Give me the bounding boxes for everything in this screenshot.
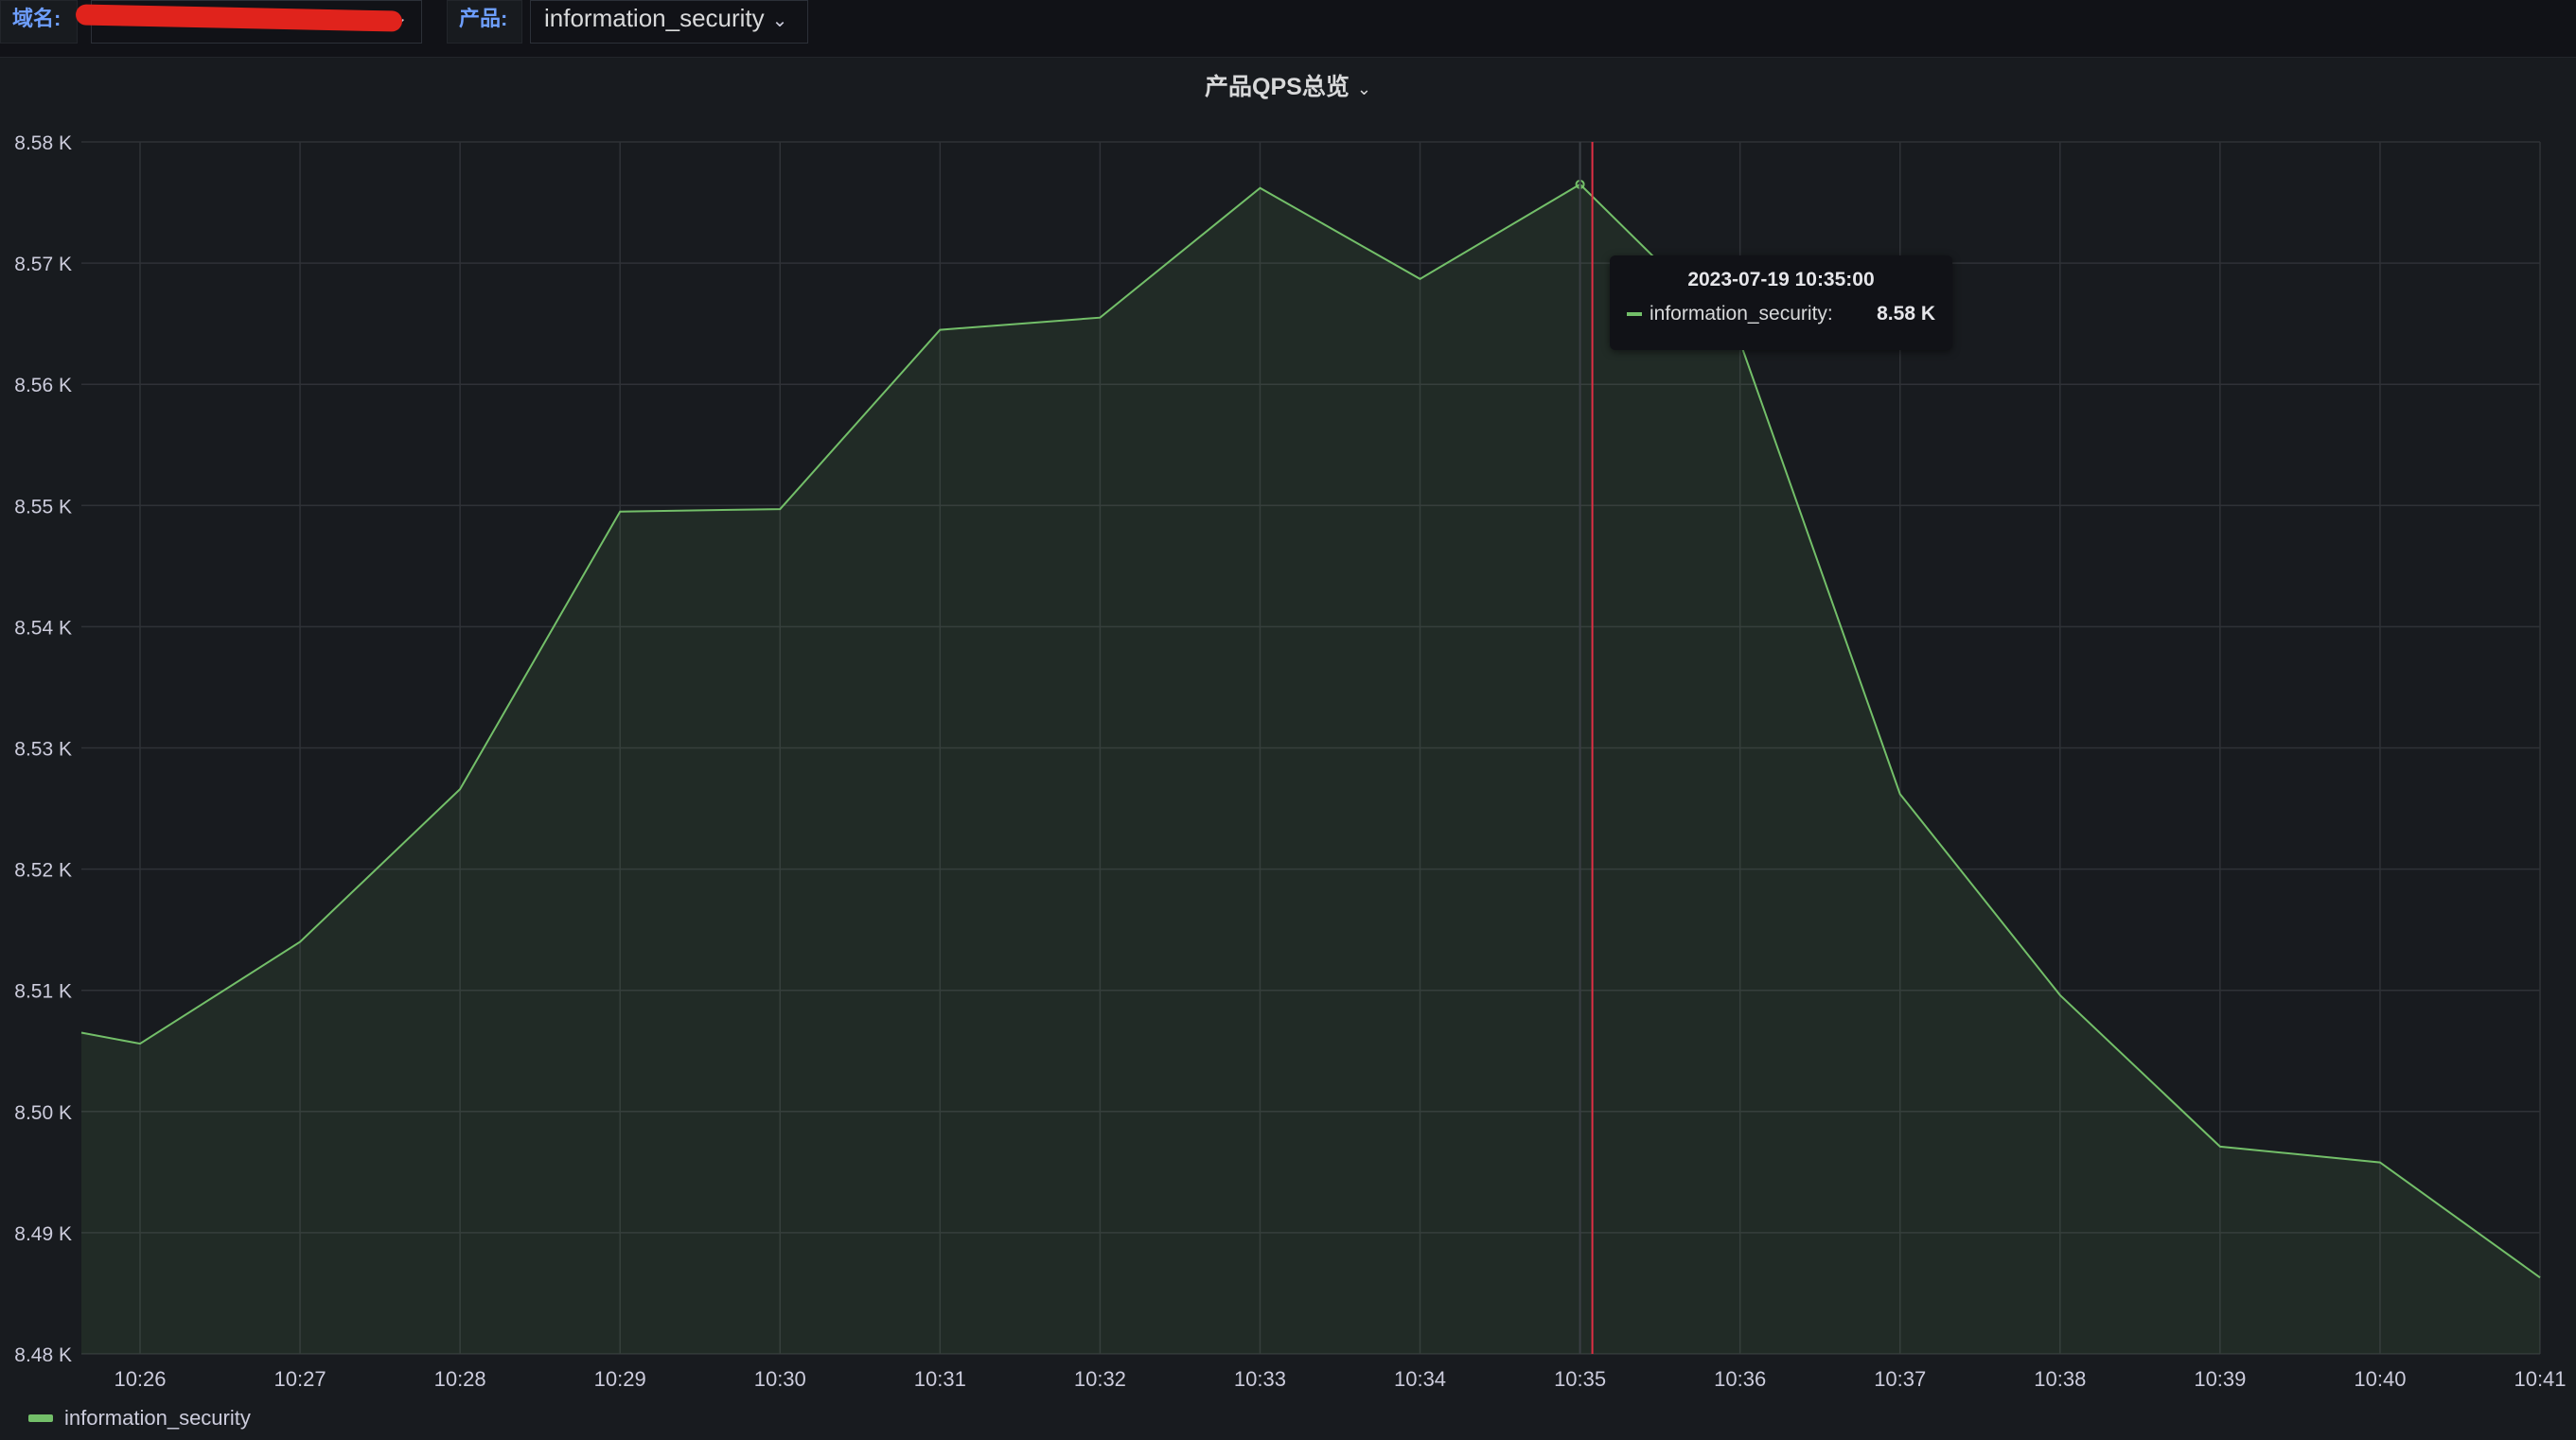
x-tick-label: 10:26	[114, 1367, 166, 1391]
x-axis-ticks: 10:26 10:27 10:28 10:29 10:30 10:31 10:32 10:33…	[114, 1367, 2566, 1391]
y-tick-label: 8.56 K	[14, 375, 72, 396]
x-tick-label: 10:39	[2194, 1367, 2246, 1391]
y-tick-label: 8.51 K	[14, 981, 72, 1003]
y-tick-label: 8.52 K	[14, 860, 72, 882]
tooltip-time: 2023-07-19 10:35:00	[1687, 269, 1875, 290]
x-tick-label: 10:33	[1234, 1367, 1286, 1391]
x-tick-label: 10:32	[1074, 1367, 1126, 1391]
x-tick-label: 10:31	[914, 1367, 966, 1391]
y-axis-ticks: 8.48 K 8.49 K 8.50 K 8.51 K 8.52 K 8.53 K 8.54…	[14, 132, 72, 1366]
series-area	[80, 179, 2541, 1354]
y-tick-label: 8.57 K	[14, 254, 72, 275]
tooltip-series-swatch	[1627, 312, 1642, 316]
x-tick-label: 10:34	[1394, 1367, 1446, 1391]
legend-label: information_security	[64, 1406, 251, 1430]
legend-swatch	[28, 1414, 53, 1422]
x-tick-label: 10:37	[1874, 1367, 1926, 1391]
y-tick-label: 8.53 K	[14, 739, 72, 761]
x-tick-label: 10:29	[594, 1367, 646, 1391]
x-tick-label: 10:30	[754, 1367, 806, 1391]
y-tick-label: 8.58 K	[14, 132, 72, 154]
x-tick-label: 10:28	[434, 1367, 486, 1391]
series-area-fill	[81, 184, 2540, 1354]
x-tick-label: 10:27	[274, 1367, 326, 1391]
tooltip-series-value: 8.58 K	[1877, 303, 1935, 325]
legend-item-information-security[interactable]: information_security	[28, 1406, 251, 1431]
hover-tooltip: 2023-07-19 10:35:00 information_security…	[1610, 255, 1952, 350]
x-tick-label: 10:41	[2514, 1367, 2566, 1391]
y-tick-label: 8.54 K	[14, 617, 72, 639]
y-tick-label: 8.49 K	[14, 1223, 72, 1245]
x-tick-label: 10:35	[1554, 1367, 1606, 1391]
y-tick-label: 8.55 K	[14, 496, 72, 518]
tooltip-series-name: information_security:	[1650, 303, 1833, 325]
x-tick-label: 10:36	[1714, 1367, 1766, 1391]
tooltip-row: information_security: 8.58 K	[1627, 303, 1935, 325]
y-tick-label: 8.48 K	[14, 1344, 72, 1366]
y-tick-label: 8.50 K	[14, 1102, 72, 1124]
x-tick-label: 10:38	[2034, 1367, 2086, 1391]
x-tick-label: 10:40	[2354, 1367, 2406, 1391]
qps-time-series-chart[interactable]: 8.48 K 8.49 K 8.50 K 8.51 K 8.52 K 8.53 K 8.54…	[0, 0, 2576, 1440]
